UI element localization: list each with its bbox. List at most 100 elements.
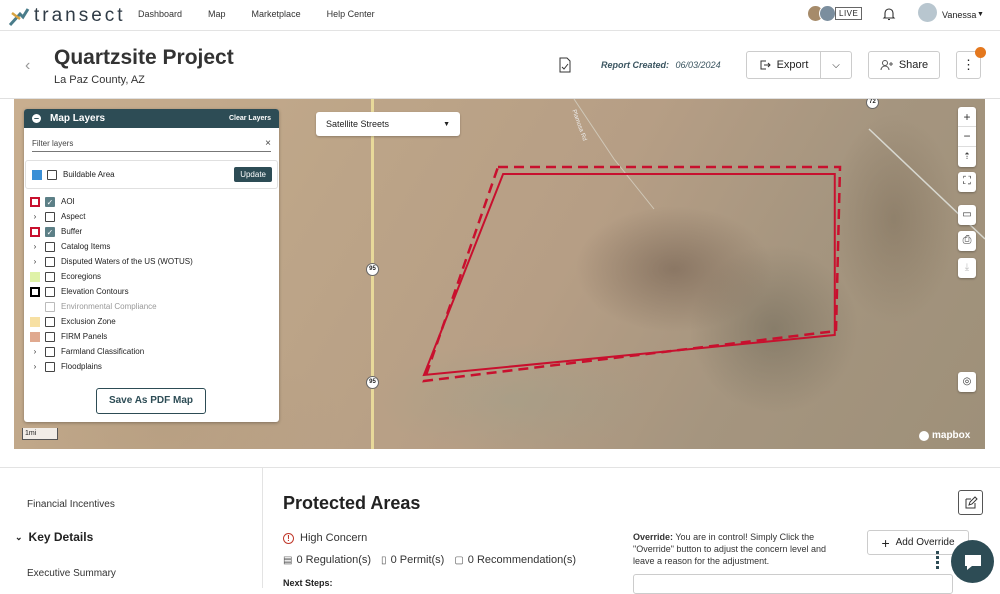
- override-description: Override: You are in control! Simply Cli…: [633, 531, 848, 567]
- mapbox-attribution[interactable]: mapbox: [919, 430, 970, 441]
- transect-logo-icon: [8, 8, 30, 27]
- clear-layers-button[interactable]: Clear Layers: [229, 115, 271, 122]
- protected-areas-section: Protected Areas ! High Concern ▤ 0 Regul…: [263, 467, 1000, 594]
- expand-chevron-icon[interactable]: ›: [30, 242, 40, 251]
- layer-row: Environmental Compliance: [24, 299, 279, 314]
- back-chevron-icon[interactable]: ‹: [25, 57, 30, 75]
- layer-swatch: [30, 316, 40, 327]
- filter-placeholder: Filter layers: [32, 139, 74, 148]
- nav-marketplace[interactable]: Marketplace: [252, 9, 301, 19]
- nav-help-center[interactable]: Help Center: [327, 9, 375, 19]
- expand-chevron-icon[interactable]: ›: [30, 257, 40, 266]
- user-avatar[interactable]: [918, 3, 937, 22]
- report-created-label: Report Created:: [601, 60, 670, 70]
- buffer-polygon[interactable]: [422, 165, 842, 383]
- section-financial-incentives[interactable]: Financial Incentives: [27, 499, 115, 510]
- map-layers-title: Map Layers: [50, 113, 106, 124]
- expand-chevron-icon[interactable]: ›: [30, 347, 40, 356]
- pdf-report-icon[interactable]: [558, 57, 572, 78]
- nav-dashboard[interactable]: Dashboard: [138, 9, 182, 19]
- layer-checkbox[interactable]: [45, 256, 55, 267]
- export-icon: [760, 60, 771, 70]
- edit-icon[interactable]: [958, 490, 983, 515]
- layer-row: › Disputed Waters of the US (WOTUS): [24, 254, 279, 269]
- layer-checkbox[interactable]: [45, 346, 55, 357]
- live-badge: LIVE: [835, 7, 863, 20]
- export-dropdown-chevron-icon[interactable]: ⌵: [821, 60, 851, 71]
- zoom-out-icon[interactable]: −: [958, 127, 976, 147]
- basemap-value: Satellite Streets: [326, 119, 390, 129]
- layer-swatch: [30, 286, 40, 297]
- permit-count: 0 Permit(s): [390, 554, 445, 566]
- section-key-details[interactable]: ⌄ Key Details: [15, 530, 93, 544]
- layer-row: Elevation Contours: [24, 284, 279, 299]
- layer-checkbox[interactable]: [47, 169, 57, 180]
- layer-label: Floodplains: [61, 362, 102, 371]
- compass-icon[interactable]: ⇡: [958, 147, 976, 167]
- collapse-minus-icon[interactable]: –: [32, 114, 41, 123]
- layer-checkbox[interactable]: [45, 211, 55, 222]
- export-button[interactable]: Export: [747, 52, 821, 78]
- print-icon[interactable]: ⎙: [958, 231, 976, 251]
- nav-map[interactable]: Map: [208, 9, 226, 19]
- section-label: Key Details: [28, 530, 94, 544]
- share-label: Share: [898, 59, 929, 71]
- bell-icon[interactable]: [882, 7, 896, 26]
- layer-row: Exclusion Zone: [24, 314, 279, 329]
- layer-checkbox[interactable]: ✓: [45, 226, 55, 237]
- regulation-count: 0 Regulation(s): [296, 554, 372, 566]
- layer-checkbox[interactable]: [45, 316, 55, 327]
- expand-chevron-icon[interactable]: ›: [30, 362, 40, 371]
- layer-label: AOI: [61, 197, 75, 206]
- route-95-shield: 95: [366, 263, 379, 276]
- layer-checkbox[interactable]: [45, 286, 55, 297]
- report-created: Report Created: 06/03/2024: [601, 60, 721, 70]
- download-icon[interactable]: ⤓: [958, 258, 976, 278]
- map-view[interactable]: 95 95 72 Plamosa Rd Satellite Streets ▼ …: [14, 99, 985, 449]
- locate-icon[interactable]: ◎: [958, 372, 976, 392]
- update-button[interactable]: Update: [234, 167, 272, 182]
- project-location: La Paz County, AZ: [54, 74, 145, 86]
- top-navigation: transect Dashboard Map Marketplace Help …: [0, 0, 1000, 31]
- layer-label: Disputed Waters of the US (WOTUS): [61, 257, 193, 266]
- user-name[interactable]: Vanessa: [942, 10, 976, 20]
- regulation-icon: ▤: [283, 554, 293, 566]
- recommendation-count: 0 Recommendation(s): [467, 554, 577, 566]
- ruler-icon[interactable]: ▭: [958, 205, 976, 225]
- layer-swatch: [30, 226, 40, 237]
- basemap-select[interactable]: Satellite Streets ▼: [316, 112, 460, 136]
- layer-checkbox[interactable]: [45, 271, 55, 282]
- layer-checkbox[interactable]: [45, 301, 55, 312]
- caret-down-icon: ▼: [443, 120, 450, 128]
- layer-swatch: [30, 302, 40, 312]
- layer-row: ✓ Buffer: [24, 224, 279, 239]
- share-button[interactable]: Share: [868, 51, 940, 79]
- close-icon[interactable]: ×: [265, 138, 271, 149]
- chevron-down-icon: ⌄: [15, 531, 23, 542]
- chevron-down-icon[interactable]: ▼: [977, 11, 984, 18]
- mapbox-label: mapbox: [932, 430, 971, 441]
- report-created-date: 06/03/2024: [675, 60, 721, 70]
- filter-layers-input[interactable]: Filter layers ×: [32, 136, 271, 152]
- collaborator-avatars[interactable]: [807, 5, 836, 22]
- save-pdf-map-button[interactable]: Save As PDF Map: [96, 388, 206, 414]
- export-label: Export: [776, 59, 809, 71]
- layer-label: Aspect: [61, 212, 86, 221]
- map-layers-header: – Map Layers Clear Layers: [24, 109, 279, 128]
- override-reason-input[interactable]: [633, 574, 953, 594]
- zoom-in-icon[interactable]: +: [958, 107, 976, 127]
- layer-checkbox[interactable]: [45, 361, 55, 372]
- layer-label: Buildable Area: [63, 170, 115, 179]
- section-executive-summary[interactable]: Executive Summary: [27, 568, 116, 579]
- drag-handle-icon[interactable]: [936, 549, 944, 571]
- layer-checkbox[interactable]: ✓: [45, 196, 55, 207]
- chat-icon[interactable]: [951, 540, 994, 583]
- layer-swatch: [30, 196, 40, 207]
- layer-checkbox[interactable]: [45, 241, 55, 252]
- fullscreen-icon[interactable]: ⛶: [958, 172, 976, 192]
- brand-logo[interactable]: transect: [8, 5, 126, 27]
- brand-name: transect: [34, 5, 126, 26]
- layer-list: ✓ AOI › Aspect ✓ Buffer › Catalog Items › Dispute…: [24, 194, 279, 374]
- expand-chevron-icon[interactable]: ›: [30, 212, 40, 221]
- layer-checkbox[interactable]: [45, 331, 55, 342]
